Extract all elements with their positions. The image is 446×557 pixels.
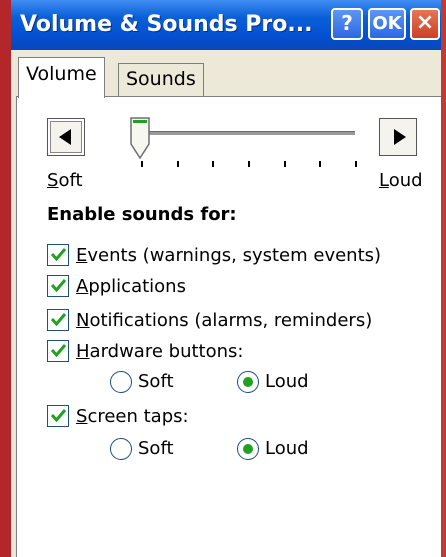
checkmark-icon — [50, 248, 67, 262]
left-arrow-icon — [59, 129, 71, 145]
events-checkbox[interactable] — [47, 244, 69, 266]
slider-tick — [248, 161, 250, 167]
events-label: Events (warnings, system events) — [76, 245, 382, 266]
screen-taps-checkbox[interactable] — [47, 405, 69, 427]
screen-taps-loud-label: Loud — [265, 438, 309, 459]
applications-label: Applications — [76, 276, 186, 297]
window-frame-left — [0, 0, 11, 557]
screen-taps-soft-label: Soft — [138, 438, 174, 459]
slider-tick — [284, 161, 286, 167]
volume-sounds-window: Volume & Sounds Pro... ? OK × Volume Sou… — [11, 0, 441, 557]
volume-increase-button[interactable] — [379, 118, 417, 156]
checkmark-icon — [50, 409, 67, 423]
checkmark-icon — [50, 313, 67, 327]
volume-decrease-button[interactable] — [47, 118, 85, 156]
hardware-buttons-label: Hardware buttons: — [76, 341, 244, 362]
hardware-soft-label: Soft — [138, 371, 174, 392]
hardware-loud-label: Loud — [265, 371, 309, 392]
slider-tick — [177, 161, 179, 167]
hardware-loud-radio[interactable] — [237, 371, 259, 393]
applications-checkbox[interactable] — [47, 275, 69, 297]
checkmark-icon — [50, 279, 67, 293]
window-frame-right — [441, 0, 446, 557]
slider-tick — [212, 161, 214, 167]
slider-tick — [319, 161, 321, 167]
volume-slider-thumb[interactable] — [129, 116, 151, 162]
title-bar: Volume & Sounds Pro... ? OK × — [11, 0, 441, 50]
checkmark-icon — [50, 344, 67, 358]
soft-volume-label: Soft — [47, 170, 83, 191]
notifications-checkbox[interactable] — [47, 309, 69, 331]
screen-taps-loud-radio[interactable] — [237, 438, 259, 460]
right-arrow-icon — [394, 129, 406, 145]
screen-taps-label: Screen taps: — [76, 406, 189, 427]
screen-taps-soft-radio[interactable] — [110, 438, 132, 460]
tab-sounds[interactable]: Sounds — [118, 63, 204, 96]
enable-sounds-heading: Enable sounds for: — [47, 204, 237, 225]
loud-volume-label: Loud — [379, 170, 423, 191]
notifications-label: Notifications (alarms, reminders) — [76, 310, 373, 331]
ok-button[interactable]: OK — [368, 8, 406, 40]
help-button[interactable]: ? — [331, 8, 363, 40]
hardware-buttons-checkbox[interactable] — [47, 340, 69, 362]
slider-tick — [355, 161, 357, 167]
tab-volume[interactable]: Volume — [18, 57, 105, 98]
hardware-soft-radio[interactable] — [110, 371, 132, 393]
window-title: Volume & Sounds Pro... — [20, 12, 313, 37]
volume-slider-track[interactable] — [141, 131, 355, 136]
close-button[interactable]: × — [410, 8, 440, 40]
